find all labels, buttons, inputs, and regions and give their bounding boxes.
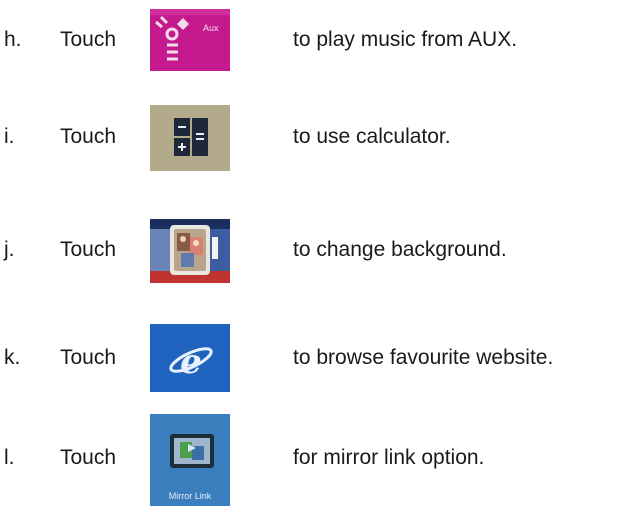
item-touch-label: Touch [60,346,117,369]
item-description: to browse favourite website. [293,346,554,369]
aux-icon-label: Aux [203,23,219,33]
list-item: l. Touch Mirror Link for mirror link opt… [0,414,641,506]
calculator-icon[interactable] [150,105,230,171]
item-letter: j. [4,238,15,261]
item-letter: h. [4,28,22,51]
item-touch-label: Touch [60,125,117,148]
list-item: h. Touch Aux to play music from AUX. [0,0,641,80]
item-description: for mirror link option. [293,446,485,469]
mirror-link-icon-label: Mirror Link [169,491,212,501]
aux-icon[interactable]: Aux [150,9,230,71]
list-item: k. Touch e to browse favourite website. [0,318,641,398]
photo-frame-icon[interactable] [150,219,230,283]
item-description: to play music from AUX. [293,28,518,51]
item-letter: l. [4,446,15,469]
item-description: to use calculator. [293,125,451,148]
item-description: to change background. [293,238,507,261]
item-touch-label: Touch [60,446,117,469]
item-letter: i. [4,125,15,148]
item-touch-label: Touch [60,28,117,51]
mirror-link-icon[interactable]: Mirror Link [150,414,230,506]
list-item: j. Touch to change background. [0,210,641,290]
item-letter: k. [4,346,21,369]
svg-text:e: e [180,342,202,382]
list-item: i. Touch to use calculator. [0,97,641,177]
item-touch-label: Touch [60,238,117,261]
internet-explorer-icon[interactable]: e [150,324,230,392]
